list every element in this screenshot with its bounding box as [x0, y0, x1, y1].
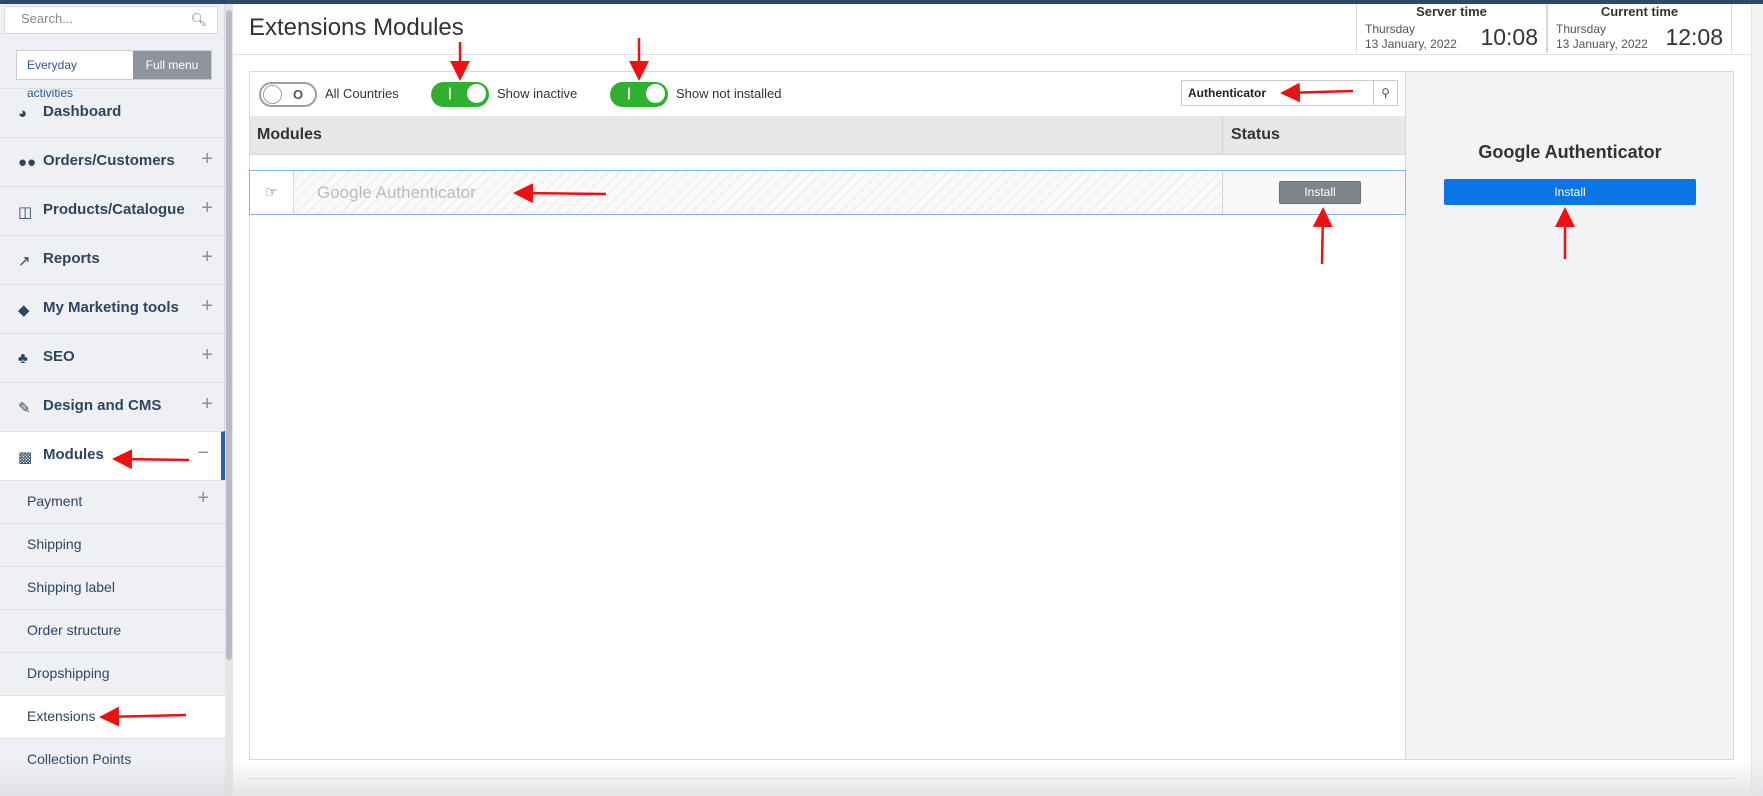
search-icon[interactable]: ⚲	[1373, 81, 1397, 105]
column-header-status: Status	[1231, 126, 1280, 143]
toggle-state: O	[293, 87, 304, 102]
search-placeholder: Search...	[21, 11, 74, 26]
server-time-day: Thursday	[1365, 22, 1416, 36]
sidebar-item-design-cms[interactable]: ✎ Design and CMS +	[0, 382, 225, 431]
sidebar-item-label: Dashboard	[43, 103, 122, 120]
sub-item-label: Dropshipping	[27, 665, 110, 681]
sub-item-label: Shipping	[27, 536, 82, 552]
module-name: Google Authenticator	[317, 183, 476, 202]
sidebar-item-dashboard[interactable]: ◕ Dashboard	[0, 88, 225, 137]
drag-hand-icon[interactable]: ☞	[250, 171, 294, 214]
all-countries-toggle[interactable]: O	[259, 82, 317, 107]
sidebar-item-reports[interactable]: ↗ Reports +	[0, 235, 225, 284]
chart-icon: ↗	[18, 253, 31, 270]
dashboard-icon: ◕	[18, 105, 28, 122]
expand-plus-icon[interactable]: +	[201, 197, 213, 220]
sidebar-item-orders-customers[interactable]: ●● Orders/Customers +	[0, 137, 225, 186]
sidebar-search-input[interactable]: Search... 🔍︎	[4, 6, 218, 34]
tag-icon: ◆	[18, 302, 30, 319]
toggle-state: |	[448, 85, 452, 100]
current-time-label: Current time	[1600, 4, 1679, 19]
row-install-button[interactable]: Install	[1279, 181, 1361, 204]
expand-plus-icon[interactable]: +	[197, 487, 209, 510]
table-header: Modules Status	[250, 116, 1405, 155]
brush-icon: ✎	[18, 400, 31, 417]
menu-mode-switch: Everyday activities Full menu	[16, 50, 212, 100]
page-title: Extensions Modules	[249, 14, 464, 41]
sidebar-item-label: Design and CMS	[43, 397, 162, 414]
module-details-panel	[1406, 71, 1734, 760]
module-name-cell[interactable]: Google Authenticator	[294, 171, 1222, 214]
expand-plus-icon[interactable]: +	[201, 344, 213, 367]
show-inactive-label: Show inactive	[497, 86, 578, 101]
current-time-day: Thursday	[1556, 22, 1607, 36]
table-row[interactable]: ☞ Google Authenticator Install	[249, 170, 1406, 215]
module-status-cell: Install	[1222, 171, 1405, 214]
sidebar-item-modules[interactable]: ▩ Modules −	[0, 431, 225, 480]
users-icon: ●●	[18, 154, 37, 171]
show-inactive-toggle[interactable]: |	[431, 82, 489, 107]
sidebar: Search... 🔍︎ Everyday activities Full me…	[0, 4, 225, 796]
everyday-activities-tab[interactable]: Everyday activities	[17, 51, 133, 100]
server-time-label: Server time	[1416, 4, 1487, 19]
all-countries-label: All Countries	[325, 86, 399, 101]
sidebar-sub-item-collection-points[interactable]: Collection Points	[0, 738, 225, 781]
collapse-minus-icon[interactable]: −	[197, 442, 209, 465]
column-divider	[1222, 116, 1223, 155]
expand-plus-icon[interactable]: +	[201, 246, 213, 269]
sub-item-label: Shipping label	[27, 579, 115, 595]
footer-divider	[249, 778, 1734, 779]
sitemap-icon: ♣	[18, 350, 28, 367]
header-divider	[233, 54, 1763, 55]
sub-item-label: Payment	[27, 493, 83, 509]
module-search-value: Authenticator	[1188, 86, 1266, 100]
current-time-date: 13 January, 2022	[1556, 37, 1648, 51]
sidebar-item-label: Products/Catalogue	[43, 201, 185, 218]
sidebar-item-label: Modules	[43, 446, 104, 463]
expand-plus-icon[interactable]: +	[201, 393, 213, 416]
folder-icon: ◫	[18, 204, 33, 221]
sidebar-item-seo[interactable]: ♣ SEO +	[0, 333, 225, 382]
expand-plus-icon[interactable]: +	[201, 295, 213, 318]
server-time-clock: 10:08	[1480, 24, 1538, 50]
sidebar-sub-item-payment[interactable]: Payment +	[0, 480, 225, 523]
current-time-box: Current time Thursday 13 January, 2022 1…	[1547, 4, 1732, 53]
sidebar-item-products-catalogue[interactable]: ◫ Products/Catalogue +	[0, 186, 225, 235]
puzzle-icon: ▩	[18, 449, 33, 466]
sidebar-item-marketing-tools[interactable]: ◆ My Marketing tools +	[0, 284, 225, 333]
toggle-knob	[646, 84, 665, 103]
module-search-input[interactable]: Authenticator ⚲	[1181, 80, 1398, 106]
sub-item-label: Collection Points	[27, 751, 132, 767]
details-install-button[interactable]: Install	[1444, 179, 1696, 205]
details-title: Google Authenticator	[1478, 142, 1662, 162]
show-not-installed-toggle[interactable]: |	[610, 82, 668, 107]
sub-item-label: Order structure	[27, 622, 122, 638]
sidebar-sub-item-shipping[interactable]: Shipping	[0, 523, 225, 566]
sidebar-item-label: SEO	[43, 348, 75, 365]
sidebar-sub-item-dropshipping[interactable]: Dropshipping	[0, 652, 225, 695]
search-icon[interactable]: 🔍︎	[190, 12, 207, 28]
sidebar-sub-item-order-structure[interactable]: Order structure	[0, 609, 225, 652]
server-time-box: Server time Thursday 13 January, 2022 10…	[1356, 4, 1547, 53]
toggle-knob	[263, 85, 282, 104]
column-header-modules: Modules	[257, 126, 322, 143]
page-scrollbar[interactable]	[1751, 4, 1763, 796]
sidebar-item-label: Orders/Customers	[43, 152, 175, 169]
server-time-date: 13 January, 2022	[1365, 37, 1457, 51]
sidebar-sub-item-extensions[interactable]: Extensions	[0, 695, 225, 738]
sidebar-item-label: My Marketing tools	[43, 299, 179, 316]
sub-item-label: Extensions	[27, 708, 96, 724]
expand-plus-icon[interactable]: +	[201, 148, 213, 171]
sidebar-item-label: Reports	[43, 250, 100, 267]
sidebar-scrollbar-thumb[interactable]	[226, 10, 232, 660]
toggle-state: |	[627, 85, 631, 100]
full-menu-tab[interactable]: Full menu	[133, 51, 211, 79]
current-time-clock: 12:08	[1665, 24, 1723, 50]
toggle-knob	[467, 84, 486, 103]
show-not-installed-label: Show not installed	[676, 86, 782, 101]
sidebar-sub-item-shipping-label[interactable]: Shipping label	[0, 566, 225, 609]
